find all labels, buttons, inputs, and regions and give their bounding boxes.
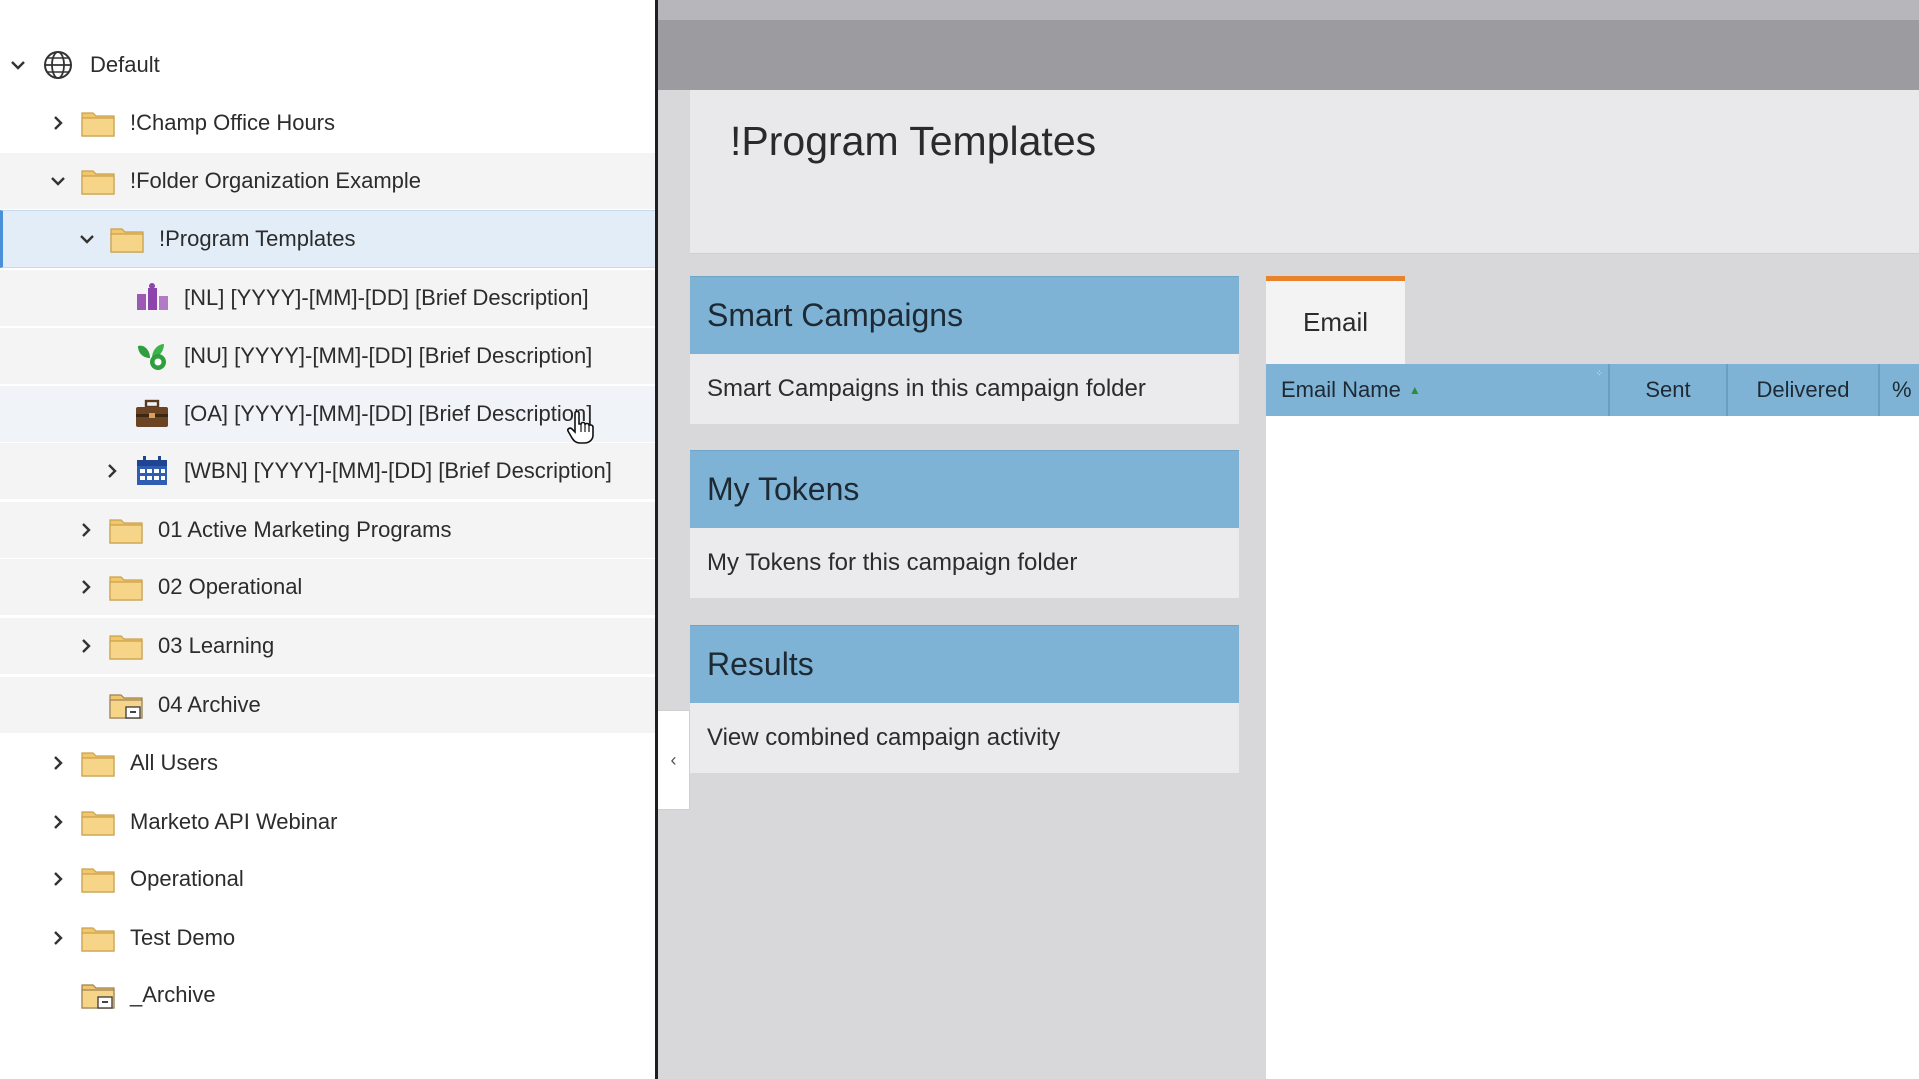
collapse-tree-button[interactable]: ‹ xyxy=(658,710,690,810)
chevron-right-icon[interactable] xyxy=(74,575,98,599)
chevron-right-icon[interactable] xyxy=(100,459,124,483)
column-resize-icon[interactable]: ⁘ xyxy=(1595,369,1602,378)
folder-icon xyxy=(108,630,144,662)
chevron-right-icon[interactable] xyxy=(46,926,70,950)
folder-icon xyxy=(109,223,145,255)
folder-icon xyxy=(80,165,116,197)
card-title[interactable]: My Tokens xyxy=(690,450,1239,528)
card-title[interactable]: Results xyxy=(690,625,1239,703)
card-description: My Tokens for this campaign folder xyxy=(707,549,1078,576)
tree-item-wbn-template[interactable]: [WBN] [YYYY]-[MM]-[DD] [Brief Descriptio… xyxy=(0,443,655,499)
tree-item-operational[interactable]: Operational xyxy=(0,851,655,907)
folder-icon xyxy=(80,806,116,838)
top-bar xyxy=(658,0,1919,20)
chevron-right-icon[interactable] xyxy=(46,751,70,775)
tree-item-archive[interactable]: _Archive xyxy=(0,967,655,1023)
card-description: Smart Campaigns in this campaign folder xyxy=(707,375,1146,402)
tree-item-label: !Champ Office Hours xyxy=(130,110,336,135)
column-label: Delivered xyxy=(1756,377,1850,402)
card-title[interactable]: Smart Campaigns xyxy=(690,276,1239,354)
chevron-right-icon[interactable] xyxy=(46,111,70,135)
archive-folder-icon xyxy=(108,689,144,721)
chevron-down-icon[interactable] xyxy=(6,53,30,77)
tree-item-label: 01 Active Marketing Programs xyxy=(158,517,452,542)
column-label: Sent xyxy=(1645,377,1691,402)
tree-item-default[interactable]: Default xyxy=(0,37,655,93)
folder-icon xyxy=(80,107,116,139)
tree-item-label: [NL] [YYYY]-[MM]-[DD] [Brief Description… xyxy=(184,285,589,310)
tree-item-champ-office-hours[interactable]: !Champ Office Hours xyxy=(0,95,655,151)
smart-campaigns-card[interactable]: Smart Campaigns Smart Campaigns in this … xyxy=(690,276,1239,424)
toolbar-strip xyxy=(658,20,1919,90)
tree-item-label: 03 Learning xyxy=(158,633,275,658)
column-header-percent[interactable]: % xyxy=(1880,364,1919,416)
folder-icon xyxy=(80,922,116,954)
tree-item-test-demo[interactable]: Test Demo xyxy=(0,910,655,966)
column-header-sent[interactable]: Sent xyxy=(1610,364,1728,416)
tree-item-label: !Folder Organization Example xyxy=(130,168,422,193)
tree-item-label: 02 Operational xyxy=(158,574,303,599)
globe-icon xyxy=(40,49,76,81)
tab-email[interactable]: Email xyxy=(1266,276,1405,364)
tree-item-marketo-api-webinar[interactable]: Marketo API Webinar xyxy=(0,794,655,850)
folder-icon xyxy=(80,747,116,779)
tab-strip xyxy=(1405,276,1919,364)
page-title: !Program Templates xyxy=(730,118,1097,164)
tree-item-program-templates[interactable]: !Program Templates xyxy=(0,210,655,268)
chevron-left-icon: ‹ xyxy=(670,749,677,770)
sort-ascending-icon: ▲ xyxy=(1408,383,1421,397)
folder-icon xyxy=(80,863,116,895)
tree-item-04-archive[interactable]: 04 Archive xyxy=(0,677,655,733)
webinar-calendar-icon xyxy=(134,455,170,487)
tree-item-label: All Users xyxy=(130,750,219,775)
event-program-icon xyxy=(134,282,170,314)
chevron-right-icon[interactable] xyxy=(74,518,98,542)
archive-folder-icon xyxy=(80,979,116,1011)
tree-item-oa-template[interactable]: [OA] [YYYY]-[MM]-[DD] [Brief Description… xyxy=(0,386,655,442)
my-tokens-card[interactable]: My Tokens My Tokens for this campaign fo… xyxy=(690,450,1239,598)
tree-item-label: Default xyxy=(90,52,160,77)
tree-item-folder-organization-example[interactable]: !Folder Organization Example xyxy=(0,153,655,209)
folder-icon xyxy=(108,571,144,603)
tree-item-label: 04 Archive xyxy=(158,692,261,717)
tree-item-label: Marketo API Webinar xyxy=(130,809,338,834)
column-header-delivered[interactable]: Delivered xyxy=(1728,364,1880,416)
engagement-program-icon xyxy=(134,340,170,372)
main-content-area: !Program Templates ‹ Smart Campaigns Sma… xyxy=(658,0,1919,1079)
briefcase-program-icon xyxy=(134,398,170,430)
chevron-right-icon[interactable] xyxy=(46,867,70,891)
chevron-right-icon[interactable] xyxy=(46,810,70,834)
tree-item-label: Operational xyxy=(130,866,244,891)
card-description: View combined campaign activity xyxy=(707,724,1061,751)
email-table-header: Email Name ▲ ⁘ Sent Delivered % xyxy=(1266,364,1919,416)
tree-item-label: [NU] [YYYY]-[MM]-[DD] [Brief Description… xyxy=(184,343,593,368)
page-header: !Program Templates xyxy=(690,90,1919,254)
tree-item-label: Test Demo xyxy=(130,925,236,950)
folder-icon xyxy=(108,514,144,546)
tree-item-01-active-marketing-programs[interactable]: 01 Active Marketing Programs xyxy=(0,502,655,558)
tree-item-02-operational[interactable]: 02 Operational xyxy=(0,559,655,615)
column-label: Email Name xyxy=(1281,377,1401,402)
tree-item-label: [OA] [YYYY]-[MM]-[DD] [Brief Description… xyxy=(184,401,593,426)
chevron-down-icon[interactable] xyxy=(75,227,99,251)
folder-tree-panel: Default !Champ Office Hours !Folder Orga… xyxy=(0,0,655,1079)
email-panel: Email Email Name ▲ ⁘ Sent Delivered % xyxy=(1266,276,1919,1079)
results-card[interactable]: Results View combined campaign activity xyxy=(690,625,1239,773)
chevron-right-icon[interactable] xyxy=(74,634,98,658)
tree-item-nu-template[interactable]: [NU] [YYYY]-[MM]-[DD] [Brief Description… xyxy=(0,328,655,384)
column-header-email-name[interactable]: Email Name ▲ ⁘ xyxy=(1266,364,1610,416)
tree-item-label: [WBN] [YYYY]-[MM]-[DD] [Brief Descriptio… xyxy=(184,458,612,483)
tree-item-label: !Program Templates xyxy=(159,226,356,251)
tree-item-nl-template[interactable]: [NL] [YYYY]-[MM]-[DD] [Brief Description… xyxy=(0,270,655,326)
tree-item-03-learning[interactable]: 03 Learning xyxy=(0,618,655,674)
column-label: % xyxy=(1892,377,1912,402)
tree-item-label: _Archive xyxy=(130,982,216,1007)
folder-dashboard: !Program Templates ‹ Smart Campaigns Sma… xyxy=(658,90,1919,1079)
chevron-down-icon[interactable] xyxy=(46,169,70,193)
tree-item-all-users[interactable]: All Users xyxy=(0,735,655,791)
